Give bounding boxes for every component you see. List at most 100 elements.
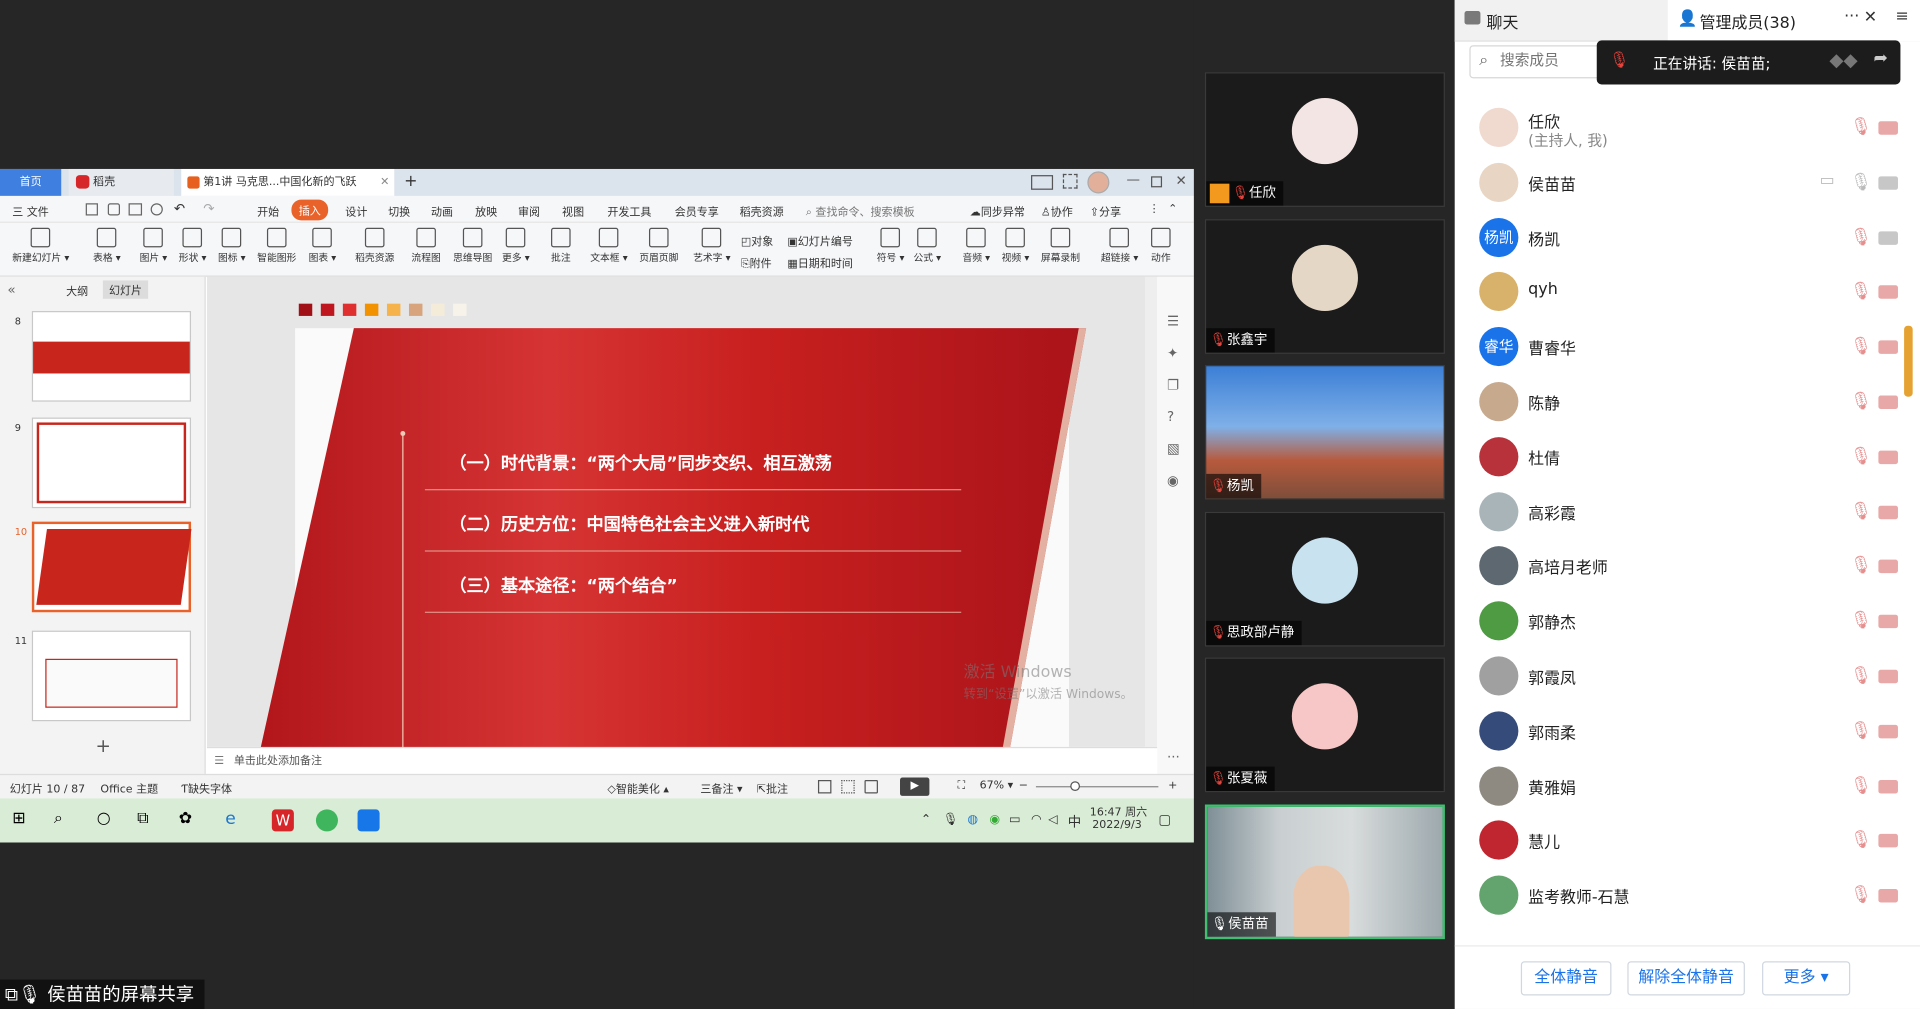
member-row[interactable]: 郭雨柔 🎙	[1455, 704, 1920, 759]
slide-line-3[interactable]: （三）基本途径：“两个结合”	[449, 573, 677, 597]
more-tool-icon[interactable]: ···	[1167, 749, 1180, 765]
ribbon-item[interactable]: 动作	[1151, 227, 1171, 265]
tray-battery-icon[interactable]: ▭	[1009, 813, 1021, 826]
menu-dev[interactable]: 开发工具	[607, 203, 651, 219]
ribbon-date[interactable]: ▦日期和时间	[787, 255, 853, 270]
tray-network-icon[interactable]: ◍	[967, 813, 978, 826]
ribbon-item[interactable]: 公式 ▾	[913, 227, 941, 265]
member-row[interactable]: 侯苗苗 ▭ 🎙	[1455, 155, 1920, 210]
zoom-level[interactable]: 67% ▾	[980, 780, 1014, 792]
member-row[interactable]: 郭霞凤 🎙	[1455, 649, 1920, 704]
ribbon-object[interactable]: ◰对象	[741, 233, 773, 248]
camera-off-icon[interactable]	[1878, 505, 1898, 519]
missing-font[interactable]: Ƭ缺失字体	[181, 780, 232, 796]
export-icon[interactable]	[107, 203, 121, 216]
search-command[interactable]: ⌕ 查找命令、搜索模板	[806, 203, 915, 219]
mic-muted-icon[interactable]: 🎙	[1850, 556, 1872, 576]
mic-muted-icon[interactable]: 🎙	[1850, 392, 1872, 412]
menu-docer-res[interactable]: 稻壳资源	[740, 203, 784, 219]
slide-thumbnail[interactable]	[31, 417, 192, 509]
user-avatar-icon[interactable]	[1087, 171, 1110, 194]
app-pinwheel-icon[interactable]: ✿	[179, 809, 201, 831]
ribbon-item[interactable]: 屏幕录制	[1041, 227, 1080, 265]
undo-icon[interactable]: ↶	[174, 201, 185, 217]
tray-mic-icon[interactable]: 🎙	[943, 813, 959, 826]
close-tab-icon[interactable]: ✕	[380, 169, 389, 196]
zoom-slider[interactable]	[1035, 786, 1159, 788]
mic-muted-icon[interactable]: 🎙	[1850, 721, 1872, 741]
copy-tool-icon[interactable]: ❐	[1167, 377, 1179, 393]
pin-tool-icon[interactable]: ✦	[1167, 345, 1178, 361]
slide-thumbnail[interactable]	[31, 521, 192, 613]
video-tile[interactable]: 🎙任欣	[1204, 72, 1445, 207]
new-tab-button[interactable]: +	[399, 169, 423, 196]
video-tile[interactable]: 🎙杨凯	[1204, 365, 1445, 500]
member-row[interactable]: 高培月老师 🎙	[1455, 539, 1920, 594]
canvas-scrollbar[interactable]	[1144, 276, 1158, 747]
member-row[interactable]: 睿华 曹睿华 🎙	[1455, 320, 1920, 375]
ribbon-item[interactable]: 图片 ▾	[140, 227, 167, 265]
member-row[interactable]: 监考教师-石慧 🎙	[1455, 868, 1920, 923]
camera-off-icon[interactable]	[1878, 395, 1898, 409]
menu-file[interactable]: 三 文件	[12, 203, 49, 219]
tray-app-icon[interactable]: ◉	[989, 813, 1000, 826]
collab-button[interactable]: ♙协作	[1041, 203, 1073, 219]
mic-muted-icon[interactable]: 🎙	[1850, 502, 1872, 522]
cortana-icon[interactable]: ○	[97, 809, 119, 831]
member-row[interactable]: 陈静 🎙	[1455, 375, 1920, 430]
panel-menu-icon[interactable]: ≡	[1896, 7, 1909, 25]
clock-time[interactable]: 16:47 周六	[1090, 803, 1147, 819]
ribbon-item[interactable]: 批注	[551, 227, 571, 265]
menu-show[interactable]: 放映	[475, 203, 497, 219]
tencent-meeting-icon[interactable]	[357, 809, 380, 832]
fit-icon[interactable]: ⛶	[958, 780, 966, 792]
meeting-app-icon[interactable]	[315, 809, 338, 832]
ribbon-item[interactable]: 智能图形	[257, 227, 296, 265]
mic-icon[interactable]: 🎙	[1850, 172, 1872, 192]
mic-muted-icon[interactable]: 🎙	[1850, 227, 1872, 247]
zoom-in-icon[interactable]: +	[1168, 780, 1177, 792]
panel-close-icon[interactable]: ✕	[1864, 9, 1877, 27]
member-row[interactable]: 黄雅娟 🎙	[1455, 759, 1920, 814]
zoom-out-icon[interactable]: −	[1019, 780, 1028, 792]
add-slide-icon[interactable]: +	[96, 735, 111, 757]
mic-muted-icon[interactable]: 🎙	[1850, 447, 1872, 467]
camera-off-icon[interactable]	[1878, 285, 1898, 300]
mic-muted-icon[interactable]: 🎙	[1850, 118, 1872, 138]
menu-member[interactable]: 会员专享	[675, 203, 719, 219]
notes-area[interactable]: ☰ 单击此处添加备注	[206, 746, 1158, 774]
member-row[interactable]: 慧儿 🎙	[1455, 814, 1920, 869]
preview-icon[interactable]	[150, 203, 163, 216]
camera-off-icon[interactable]	[1878, 834, 1898, 848]
slide-thumbnail[interactable]	[31, 630, 192, 722]
video-tile[interactable]: 🎙张鑫宇	[1204, 218, 1445, 354]
camera-off-icon[interactable]	[1878, 779, 1898, 793]
wps-app-icon[interactable]: W	[271, 809, 294, 832]
task-view-icon[interactable]: ⧉	[137, 809, 159, 831]
camera-off-icon[interactable]	[1878, 340, 1898, 355]
ribbon-item[interactable]: 更多 ▾	[502, 227, 530, 265]
sync-status[interactable]: ☁同步异常	[970, 203, 1025, 219]
notes-toggle[interactable]: 三备注 ▾	[700, 780, 742, 796]
ribbon-item[interactable]: 稻壳资源	[355, 227, 394, 265]
ribbon-item[interactable]: 超链接 ▾	[1101, 227, 1138, 265]
ribbon-item[interactable]: 新建幻灯片 ▾	[12, 227, 69, 265]
ribbon-item[interactable]: 页眉页脚	[639, 227, 678, 265]
camera-off-icon[interactable]	[1878, 121, 1898, 135]
slide-line-2[interactable]: （二）历史方位：中国特色社会主义进入新时代	[449, 512, 809, 536]
menu-insert[interactable]: 插入	[291, 199, 329, 221]
camera-off-icon[interactable]	[1878, 614, 1898, 629]
notification-icon[interactable]: ▢	[1158, 812, 1171, 828]
ime-indicator[interactable]: 中	[1068, 812, 1081, 832]
member-row[interactable]: 杜倩 🎙	[1455, 430, 1920, 485]
slide-line-1[interactable]: （一）时代背景：“两个大局”同步交织、相互激荡	[449, 451, 832, 475]
save-icon[interactable]	[85, 203, 98, 216]
ribbon-item[interactable]: 形状 ▾	[179, 227, 206, 265]
ribbon-item[interactable]: 音频 ▾	[962, 227, 990, 265]
ribbon-item[interactable]: 图标 ▾	[218, 227, 246, 265]
tab-chat[interactable]: 聊天	[1487, 10, 1519, 33]
location-tool-icon[interactable]: ◉	[1167, 473, 1179, 489]
member-row[interactable]: 杨凯 杨凯 🎙	[1455, 210, 1920, 265]
menu-animation[interactable]: 动画	[431, 203, 453, 219]
smart-beautify[interactable]: ◇智能美化 ▴	[607, 780, 669, 796]
